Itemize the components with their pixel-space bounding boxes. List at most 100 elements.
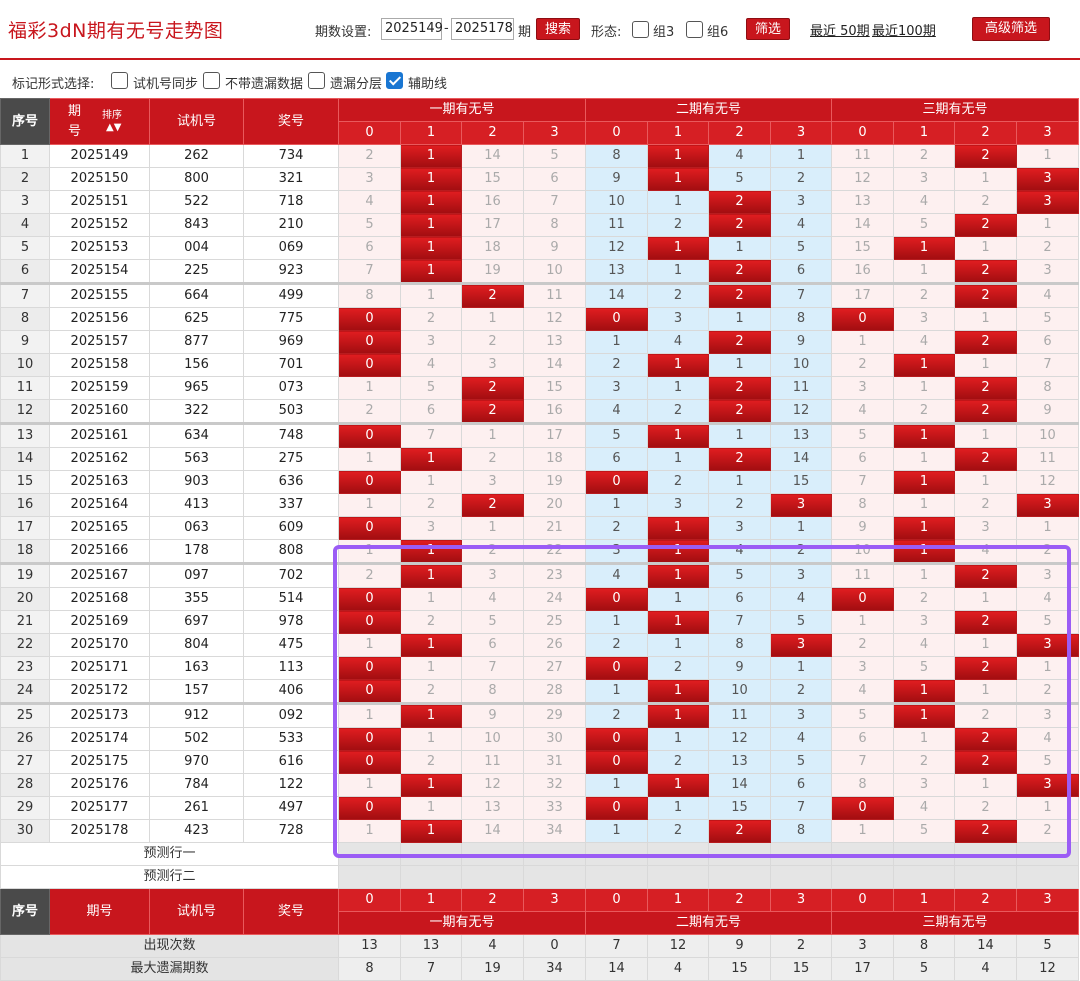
prediction-cell[interactable] <box>338 865 401 889</box>
max-omission-value: 15 <box>770 957 833 981</box>
prediction-cell[interactable] <box>647 842 710 866</box>
footer-digit-1-0: 0 <box>338 888 401 912</box>
appear-count-value: 12 <box>647 934 710 958</box>
trend-cell-2-0: 3 <box>585 539 649 564</box>
appear-count-value: 5 <box>1016 934 1080 958</box>
trend-cell-2-3: 3 <box>770 633 833 657</box>
table-row: 19 2025167 097 702 2 1 3 23 4 1 5 3 11 1 2 3 <box>0 562 1080 588</box>
recent-50-link[interactable]: 最近 50期 <box>810 20 870 39</box>
filter-button[interactable]: 筛选 <box>746 18 790 40</box>
row-trial: 097 <box>149 562 244 588</box>
trend-cell-3-3: 3 <box>1016 633 1080 657</box>
trend-cell-1-1: 1 <box>400 773 462 797</box>
prediction-cell[interactable] <box>893 865 956 889</box>
prediction-cell[interactable] <box>1016 842 1080 866</box>
trend-cell-2-1: 2 <box>647 213 710 237</box>
prediction-cell[interactable] <box>831 842 895 866</box>
trial-sync-checkbox[interactable] <box>111 72 128 89</box>
trend-cell-2-3: 1 <box>770 144 833 168</box>
prediction-cell[interactable] <box>585 842 649 866</box>
trend-cell-2-3: 5 <box>770 750 833 774</box>
trend-cell-3-2: 2 <box>954 213 1018 237</box>
trend-cell-2-1: 2 <box>647 282 710 308</box>
trend-cell-1-0: 0 <box>338 796 401 820</box>
footer-digit-1-3: 3 <box>522 888 587 912</box>
prediction-row[interactable]: 预测行一 <box>0 842 1080 866</box>
prediction-cell[interactable] <box>400 865 462 889</box>
col-header-seq: 序号 <box>0 98 50 145</box>
appear-count-row: 出现次数 13 13 4 0 7 12 9 2 3 8 14 5 <box>0 934 1080 958</box>
prediction-row-label[interactable]: 预测行一 <box>0 842 339 866</box>
row-draw: 969 <box>243 330 339 354</box>
trend-cell-3-2: 1 <box>954 470 1018 494</box>
prediction-cell[interactable] <box>400 842 462 866</box>
trend-cell-1-1: 2 <box>400 307 462 331</box>
advanced-filter-button[interactable]: 高级筛选 <box>972 17 1050 41</box>
prediction-cell[interactable] <box>461 842 524 866</box>
prediction-cell[interactable] <box>522 842 587 866</box>
trend-cell-3-2: 2 <box>954 493 1018 517</box>
no-omission-checkbox[interactable] <box>203 72 220 89</box>
group6-checkbox[interactable] <box>686 21 703 38</box>
trend-cell-3-3: 2 <box>1016 539 1080 564</box>
recent-100-link[interactable]: 最近100期 <box>872 20 936 39</box>
trend-cell-3-3: 12 <box>1016 470 1080 494</box>
table-row: 24 2025172 157 406 0 2 8 28 1 1 10 2 4 1 1 2 <box>0 679 1080 704</box>
prediction-cell[interactable] <box>708 842 772 866</box>
trend-cell-1-1: 1 <box>400 819 462 843</box>
trend-cell-3-3: 3 <box>1016 702 1080 728</box>
guide-line-checkbox[interactable] <box>386 72 403 89</box>
period-to-input[interactable]: 2025178 <box>451 18 514 40</box>
prediction-cell[interactable] <box>647 865 710 889</box>
prediction-cell[interactable] <box>770 865 833 889</box>
prediction-cell[interactable] <box>708 865 772 889</box>
trend-cell-3-2: 1 <box>954 773 1018 797</box>
trend-cell-3-3: 3 <box>1016 190 1080 214</box>
prediction-cell[interactable] <box>1016 865 1080 889</box>
prediction-cell[interactable] <box>770 842 833 866</box>
prediction-cell[interactable] <box>522 865 587 889</box>
trend-cell-2-3: 10 <box>770 353 833 377</box>
row-trial: 800 <box>149 167 244 191</box>
row-period: 2025154 <box>49 259 150 284</box>
search-button[interactable]: 搜索 <box>536 18 580 40</box>
row-seq: 14 <box>0 447 50 471</box>
trend-cell-1-3: 34 <box>522 819 587 843</box>
omission-layer-checkbox[interactable] <box>308 72 325 89</box>
prediction-cell[interactable] <box>954 842 1018 866</box>
trend-cell-1-2: 2 <box>461 493 524 517</box>
appear-count-value: 7 <box>585 934 649 958</box>
prediction-cell[interactable] <box>893 842 956 866</box>
trend-cell-3-1: 1 <box>893 539 956 564</box>
trend-cell-2-2: 8 <box>708 633 772 657</box>
trend-cell-1-2: 10 <box>461 727 524 751</box>
row-draw: 406 <box>243 679 339 704</box>
trend-cell-1-3: 9 <box>522 236 587 260</box>
trend-cell-1-0: 0 <box>338 679 401 704</box>
trend-cell-2-3: 11 <box>770 376 833 400</box>
prediction-cell[interactable] <box>831 865 895 889</box>
col-header-period[interactable]: 期 号 排序 ▲▼ <box>49 98 150 145</box>
prediction-row-label[interactable]: 预测行二 <box>0 865 339 889</box>
trend-cell-2-2: 11 <box>708 702 772 728</box>
row-trial: 634 <box>149 422 244 448</box>
sort-label[interactable]: 排序 <box>102 109 122 123</box>
trend-cell-1-3: 23 <box>522 562 587 588</box>
prediction-cell[interactable] <box>338 842 401 866</box>
trend-cell-3-3: 8 <box>1016 376 1080 400</box>
trend-cell-3-3: 3 <box>1016 773 1080 797</box>
trend-cell-1-2: 3 <box>461 562 524 588</box>
prediction-cell[interactable] <box>954 865 1018 889</box>
trend-cell-2-2: 2 <box>708 213 772 237</box>
prediction-row[interactable]: 预测行二 <box>0 865 1080 889</box>
sort-arrows-icon[interactable]: ▲▼ <box>106 123 121 133</box>
prediction-cell[interactable] <box>585 865 649 889</box>
row-seq: 27 <box>0 750 50 774</box>
period-from-input[interactable]: 2025149 <box>381 18 443 40</box>
group3-checkbox[interactable] <box>632 21 649 38</box>
trend-cell-3-3: 11 <box>1016 447 1080 471</box>
footer-group-2: 二期有无号 <box>585 911 833 935</box>
max-omission-value: 19 <box>461 957 524 981</box>
prediction-cell[interactable] <box>461 865 524 889</box>
trend-cell-2-1: 1 <box>647 144 710 168</box>
